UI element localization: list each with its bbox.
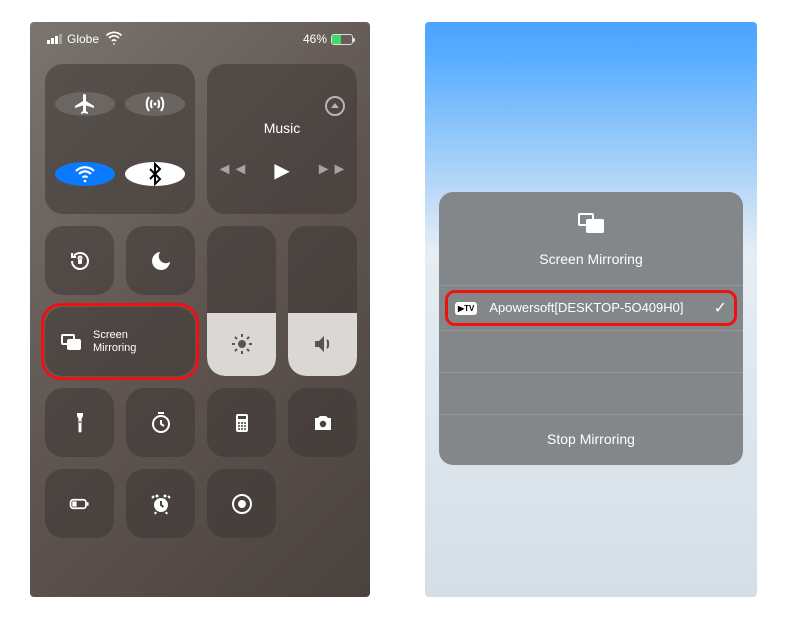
alarm-button[interactable] [126,469,195,538]
phone-control-center: Globe 46% [30,22,370,597]
wifi-button[interactable] [55,162,115,186]
prev-track-button[interactable]: ◄◄ [217,161,249,179]
checkmark-icon: ✓ [714,298,727,318]
screen-mirroring-button[interactable]: Screen Mirroring [45,307,195,376]
battery-percent: 46% [303,32,327,46]
signal-icon [47,34,62,44]
flashlight-button[interactable] [45,388,114,457]
airplane-mode-button[interactable] [55,92,115,116]
camera-button[interactable] [288,388,357,457]
screen-mirroring-sheet: Screen Mirroring ▶TV Apowersoft[DESKTOP-… [439,192,743,465]
phone-mirroring-sheet: Screen Mirroring ▶TV Apowersoft[DESKTOP-… [425,22,757,597]
empty-row [439,372,743,414]
brightness-slider[interactable] [207,226,276,376]
do-not-disturb-button[interactable] [126,226,195,295]
calculator-button[interactable] [207,388,276,457]
music-panel[interactable]: Music ◄◄ ▶ ►► [207,64,357,214]
screen-mirroring-label: Screen Mirroring [93,329,136,354]
wifi-icon [104,28,124,51]
stop-mirroring-button[interactable]: Stop Mirroring [439,414,743,465]
status-bar: Globe 46% [45,28,355,50]
mirroring-device-row[interactable]: ▶TV Apowersoft[DESKTOP-5O409H0] ✓ [439,285,743,330]
stop-mirroring-label: Stop Mirroring [547,431,635,447]
low-power-button[interactable] [45,469,114,538]
sheet-title: Screen Mirroring [539,251,642,267]
next-track-button[interactable]: ►► [316,161,348,179]
carrier-label: Globe [67,32,99,46]
timer-button[interactable] [126,388,195,457]
play-button[interactable]: ▶ [274,158,289,183]
screen-record-button[interactable] [207,469,276,538]
device-name-label: Apowersoft[DESKTOP-5O409H0] [489,300,701,316]
rotation-lock-button[interactable] [45,226,114,295]
apple-tv-icon: ▶TV [455,302,477,315]
music-label: Music [264,120,301,136]
volume-slider[interactable] [288,226,357,376]
airplay-audio-icon[interactable] [325,96,345,116]
screen-mirroring-icon [577,212,605,239]
empty-row [439,330,743,372]
battery-icon [331,34,353,45]
bluetooth-button[interactable] [125,162,185,186]
connectivity-panel [45,64,195,214]
cellular-data-button[interactable] [125,92,185,116]
